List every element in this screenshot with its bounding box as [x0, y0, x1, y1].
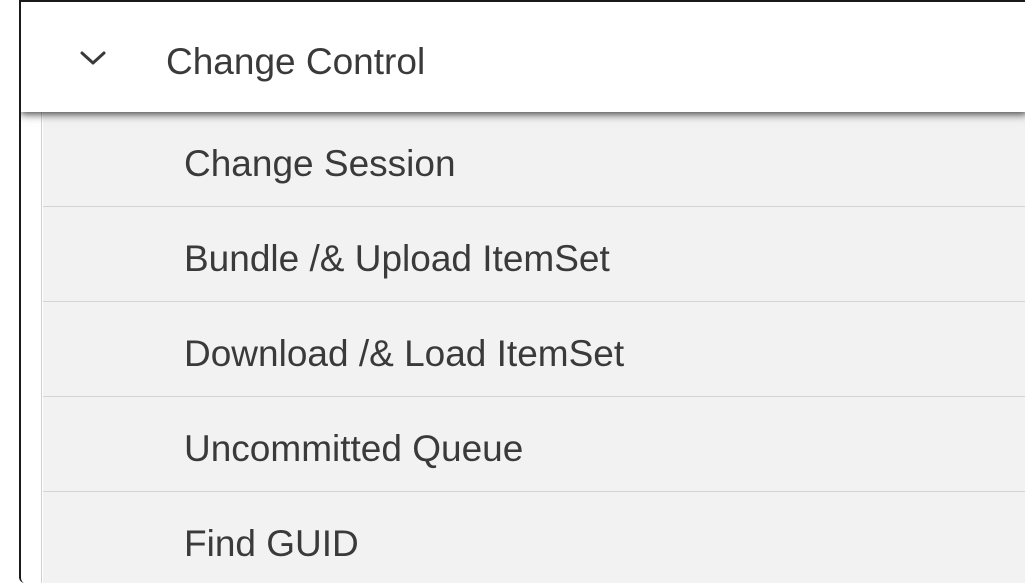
menu-item-uncommitted-queue[interactable]: Uncommitted Queue [43, 397, 1025, 492]
menu-item-label: Bundle /& Upload ItemSet [184, 238, 610, 279]
menu-section-title: Change Control [166, 41, 426, 82]
menu-item-label: Change Session [184, 143, 456, 184]
menu-item-bundle-upload-itemset[interactable]: Bundle /& Upload ItemSet [43, 207, 1025, 302]
menu-item-download-load-itemset[interactable]: Download /& Load ItemSet [43, 302, 1025, 397]
chevron-down-icon[interactable] [79, 48, 107, 68]
navigation-menu-panel: Change Control Change Session Bundle /& … [19, 0, 1025, 583]
menu-item-label: Uncommitted Queue [184, 428, 524, 469]
menu-item-find-guid[interactable]: Find GUID [43, 492, 1025, 583]
submenu-rail [41, 112, 42, 583]
change-control-menu-header[interactable]: Change Control [21, 2, 1025, 112]
change-control-submenu: Change Session Bundle /& Upload ItemSet … [21, 112, 1025, 583]
menu-item-change-session[interactable]: Change Session [43, 112, 1025, 207]
menu-item-label: Download /& Load ItemSet [184, 333, 625, 374]
menu-item-label: Find GUID [184, 523, 359, 564]
